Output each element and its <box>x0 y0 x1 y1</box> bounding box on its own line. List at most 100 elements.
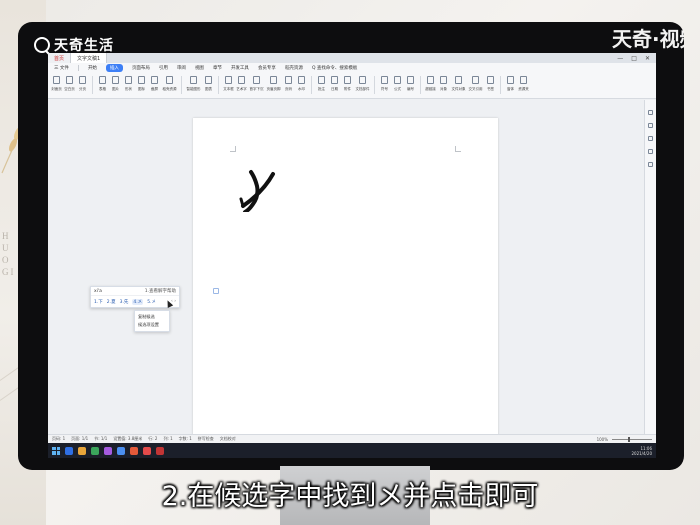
ribbon-button[interactable]: 公式 <box>393 76 402 92</box>
zoom-knob[interactable] <box>628 436 630 442</box>
document-page[interactable]: メ <box>193 118 498 438</box>
taskbar-app-icon[interactable] <box>156 446 164 455</box>
menu-view[interactable]: 视图 <box>195 65 204 71</box>
menu-developer[interactable]: 开发工具 <box>231 65 249 71</box>
status-bar: 页码: 1 页面: 1/1 节: 1/1 设置值: 3.8厘米 行: 2 列: … <box>48 434 656 443</box>
ime-candidate-selected[interactable]: 4.メ <box>132 298 144 305</box>
ribbon-button[interactable]: 符号 <box>380 76 389 92</box>
taskbar-app-icon[interactable] <box>130 446 138 455</box>
status-word-count[interactable]: 字数: 1 <box>179 436 192 442</box>
share-icon[interactable] <box>648 149 653 154</box>
ribbon-button[interactable]: 艺术字 <box>236 76 247 92</box>
form-icon <box>507 76 514 84</box>
tab-home[interactable]: 首页 <box>48 53 72 63</box>
ribbon-button[interactable]: 对象 <box>439 76 448 92</box>
page-number-icon <box>285 76 292 84</box>
ribbon-button[interactable]: 首字下沉 <box>250 76 264 92</box>
ime-candidate[interactable]: 3.先 <box>120 299 129 305</box>
ribbon-button[interactable]: 图标 <box>137 76 146 92</box>
blank-page-icon <box>66 76 73 84</box>
ime-candidate[interactable]: 5.㐅 <box>147 299 156 305</box>
status-page-code: 页码: 1 <box>52 436 66 441</box>
zoom-slider[interactable] <box>612 436 652 442</box>
ribbon-button[interactable]: 图片 <box>111 76 120 92</box>
menu-review[interactable]: 审阅 <box>177 65 186 71</box>
menu-member[interactable]: 会员专享 <box>258 65 276 71</box>
ribbon-button[interactable]: 水印 <box>297 76 306 92</box>
ime-candidate[interactable]: 1.下 <box>94 299 103 305</box>
taskbar-app-icon[interactable] <box>65 446 73 455</box>
ribbon-separator <box>420 76 421 94</box>
numbering-icon <box>407 76 414 84</box>
watermark-icon <box>298 76 305 84</box>
ribbon-button[interactable]: 截屏 <box>150 76 159 92</box>
help-icon[interactable] <box>648 162 653 167</box>
close-icon[interactable]: ✕ <box>645 55 650 62</box>
ime-menu-item[interactable]: 候选项设置 <box>138 321 166 329</box>
ribbon-button[interactable]: 表格 <box>98 76 107 92</box>
paragraph-anchor-icon <box>213 288 219 294</box>
menu-file[interactable]: 三 文件 <box>54 65 69 71</box>
ribbon-separator <box>181 76 182 94</box>
menu-resources[interactable]: 稻壳资源 <box>285 65 303 71</box>
ime-hint[interactable]: 1.查看解字帮助 <box>145 288 176 294</box>
ribbon-button[interactable]: 稻壳资源 <box>163 76 177 92</box>
spell-check[interactable]: 拼写检查 <box>198 436 214 442</box>
menu-sections[interactable]: 章节 <box>213 65 222 71</box>
ribbon-button[interactable]: 窗体 <box>506 76 515 92</box>
ribbon-separator <box>92 76 93 94</box>
taskbar-app-icon[interactable] <box>117 446 125 455</box>
settings-icon[interactable] <box>648 136 653 141</box>
ribbon-button[interactable]: 文档部件 <box>356 76 370 92</box>
ribbon-button[interactable]: 页码 <box>284 76 293 92</box>
ime-context-menu: 复制候选 候选项设置 <box>134 310 170 332</box>
taskbar-app-icon[interactable] <box>78 446 86 455</box>
menu-bar: 三 文件 开始 插入 页面布局 引用 审阅 视图 章节 开发工具 会员专享 稻壳… <box>48 63 656 73</box>
ribbon-button[interactable]: 批注 <box>317 76 326 92</box>
cover-page-icon <box>53 76 60 84</box>
ribbon-button[interactable]: 智能图形 <box>187 76 201 92</box>
ribbon-button[interactable]: 资源夹 <box>518 76 529 92</box>
taskbar-app-icon[interactable] <box>143 446 151 455</box>
ribbon-button[interactable]: 图表 <box>204 76 213 92</box>
menu-page-layout[interactable]: 页面布局 <box>132 65 150 71</box>
ribbon-button[interactable]: 文件对象 <box>452 76 466 92</box>
select-icon[interactable] <box>648 123 653 128</box>
ribbon-button[interactable]: 交叉引用 <box>469 76 483 92</box>
menu-references[interactable]: 引用 <box>159 65 168 71</box>
video-caption: 2.在候选字中找到メ并点击即可 <box>161 481 539 512</box>
ribbon-button[interactable]: 文本框 <box>223 76 234 92</box>
menu-separator <box>77 65 79 71</box>
ribbon-button[interactable]: 书签 <box>486 76 495 92</box>
text-box-icon <box>225 76 232 84</box>
ribbon-button[interactable]: 封面页 <box>51 76 62 92</box>
menu-start[interactable]: 开始 <box>88 65 97 71</box>
ribbon-button[interactable]: 页眉页脚 <box>267 76 281 92</box>
system-clock[interactable]: 11:06 2021/4/20 <box>631 446 652 456</box>
ime-candidate[interactable]: 2.夏 <box>107 299 116 305</box>
ribbon-button[interactable]: 分页 <box>78 76 87 92</box>
ribbon-button[interactable]: 形状 <box>124 76 133 92</box>
ribbon-button[interactable]: 空白页 <box>64 76 75 92</box>
ime-menu-item[interactable]: 复制候选 <box>138 313 166 321</box>
resource-folder-icon <box>520 76 527 84</box>
ribbon-button[interactable]: 附件 <box>343 76 352 92</box>
search-commands[interactable]: Q 查找命令、搜索模板 <box>312 65 357 71</box>
status-page: 页面: 1/1 <box>71 436 89 441</box>
ribbon-button[interactable]: 编号 <box>406 76 415 92</box>
ribbon-button[interactable]: 日期 <box>330 76 339 92</box>
menu-insert[interactable]: 插入 <box>105 64 123 72</box>
taskbar-app-icon[interactable] <box>104 446 112 455</box>
ribbon-button[interactable]: 超链接 <box>425 76 436 92</box>
maximize-icon[interactable]: □ <box>631 55 637 62</box>
doc-proofread[interactable]: 文档校对 <box>220 436 236 442</box>
clock-date: 2021/4/20 <box>631 450 652 456</box>
windows-start-icon[interactable] <box>52 446 60 455</box>
tab-document[interactable]: 文字文稿1 <box>71 53 108 63</box>
inserted-character[interactable]: メ <box>239 166 279 212</box>
watermark: 天奇·视频 <box>612 27 684 51</box>
taskbar-app-icon[interactable] <box>91 446 99 455</box>
minimize-icon[interactable]: — <box>617 55 623 62</box>
title-bar: 首页 文字文稿1 — □ ✕ <box>48 53 656 63</box>
pen-icon[interactable] <box>648 110 653 115</box>
